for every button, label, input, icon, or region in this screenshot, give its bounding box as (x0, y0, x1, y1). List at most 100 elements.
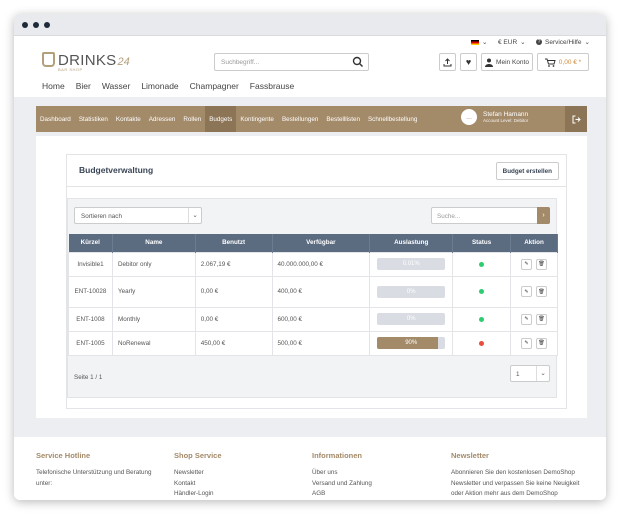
table-search-input[interactable]: Suche... › (431, 207, 550, 224)
cell-available: 600,00 € (271, 306, 371, 332)
window-dot-close[interactable] (22, 21, 28, 28)
status-indicator (479, 340, 485, 346)
table-row[interactable]: ENT-1008 Monthly 0,00 € 600,00 € 0% ✎ 🗑 (68, 306, 558, 332)
cell-used: 450,00 € (194, 330, 273, 356)
account-nav-bestellungen[interactable]: Bestellungen (278, 106, 322, 132)
pencil-icon: ✎ (524, 288, 529, 295)
delete-button[interactable]: 🗑 (536, 258, 547, 270)
table-row[interactable]: ENT-1005 NoRenewal 450,00 € 500,00 € 90%… (68, 330, 558, 356)
account-nav-kontingente[interactable]: Kontingente (236, 106, 278, 132)
delete-button[interactable]: 🗑 (536, 313, 547, 325)
footer-column-newsletter: Newsletter Abonnieren Sie den kostenlose… (451, 451, 601, 500)
chevron-right-icon: › (542, 212, 545, 219)
window-dot-maximize[interactable] (44, 21, 50, 28)
cell-status (452, 330, 511, 356)
sort-select[interactable]: Sortieren nach ⌄ (74, 207, 202, 224)
account-nav-statistiken[interactable]: Statistiken (75, 106, 112, 132)
cell-code: ENT-1005 (68, 330, 113, 356)
usage-label: 0.01% (402, 261, 420, 267)
edit-button[interactable]: ✎ (521, 258, 532, 270)
column-header-name[interactable]: Name (112, 234, 196, 252)
trash-icon: 🗑 (538, 288, 545, 295)
footer-link-agb[interactable]: AGB (312, 489, 442, 500)
language-switcher[interactable]: ⌄ (471, 38, 487, 46)
cell-name: Yearly (111, 275, 196, 308)
delete-button[interactable]: 🗑 (536, 337, 547, 349)
shop-logo[interactable]: DRINKS 24 BAR SHOP (42, 52, 130, 72)
nav-item-fassbrause[interactable]: Fassbrause (250, 81, 294, 91)
footer-text: Telefonische Unterstützung und Beratung (36, 469, 152, 476)
account-nav-bestelllisten[interactable]: Bestelllisten (322, 106, 364, 132)
page-select-value: 1 (516, 371, 520, 378)
cell-actions: ✎ 🗑 (510, 330, 558, 356)
footer-link-haendler-login[interactable]: Händler-Login (174, 489, 304, 500)
footer-link-ueber-uns[interactable]: Über uns (312, 468, 442, 479)
top-bar: ⌄ € EUR ⌄ ? Service/Hilfe ⌄ (14, 36, 606, 50)
footer-text: oder Aktion mehr aus dem DemoShop (451, 490, 558, 497)
window-dot-minimize[interactable] (33, 21, 39, 28)
search-icon[interactable] (352, 56, 364, 68)
cell-name: Debitor only (111, 251, 196, 277)
nav-item-champagner[interactable]: Champagner (190, 81, 239, 91)
column-header-benutzt[interactable]: Benutzt (195, 234, 273, 252)
edit-button[interactable]: ✎ (521, 337, 532, 349)
account-nav-kontakte[interactable]: Kontakte (112, 106, 145, 132)
account-nav-rollen[interactable]: Rollen (179, 106, 205, 132)
nav-item-wasser[interactable]: Wasser (102, 81, 131, 91)
logo-subtitle: BAR SHOP (58, 67, 83, 72)
user-role: Account Level: Debitor (483, 117, 529, 123)
account-nav-dashboard[interactable]: Dashboard (36, 106, 75, 132)
cell-used: 2.067,19 € (194, 251, 273, 277)
usage-label: 90% (405, 340, 418, 346)
footer-link-newsletter[interactable]: Newsletter (174, 468, 304, 479)
heart-icon: ♥ (465, 57, 472, 67)
column-header-auslastung[interactable]: Auslastung (369, 234, 454, 252)
table-row[interactable]: Invisible1 Debitor only 2.067,19 € 40.00… (68, 251, 558, 277)
column-header-kuerzel[interactable]: Kürzel (68, 234, 113, 252)
account-nav-budgets[interactable]: Budgets (205, 106, 237, 132)
cell-name: NoRenewal (111, 330, 196, 356)
page-select[interactable]: 1 ⌄ (510, 365, 550, 382)
edit-button[interactable]: ✎ (521, 313, 532, 325)
trash-icon: 🗑 (538, 340, 545, 346)
nav-item-home[interactable]: Home (42, 81, 65, 91)
wishlist-button[interactable]: ♥ (460, 53, 477, 71)
delete-button[interactable]: 🗑 (536, 286, 547, 297)
column-header-status[interactable]: Status (452, 234, 511, 252)
column-header-verfuegbar[interactable]: Verfügbar (272, 234, 371, 252)
footer-text: Abonnieren Sie den kostenlosen DemoShop (451, 469, 575, 476)
footer-title: Shop Service (174, 451, 222, 460)
account-nav-schnellbestellung[interactable]: Schnellbestellung (364, 106, 421, 132)
logout-button[interactable] (565, 106, 587, 132)
footer-link-versand[interactable]: Versand und Zahlung (312, 479, 442, 490)
pagination-info: Seite 1 / 1 (74, 374, 103, 381)
cart-total: 0,00 € * (558, 58, 582, 66)
service-menu[interactable]: ? Service/Hilfe ⌄ (536, 38, 590, 46)
nav-item-limonade[interactable]: Limonade (141, 81, 178, 91)
cart-button[interactable]: 0,00 € * (537, 53, 589, 71)
column-header-aktion: Aktion (510, 234, 558, 252)
pencil-icon: ✎ (524, 316, 529, 322)
service-label: Service/Hilfe (545, 38, 582, 46)
upload-button[interactable] (439, 53, 456, 71)
trash-icon: 🗑 (538, 261, 545, 267)
cell-used: 0,00 € (194, 306, 273, 332)
search-submit-button[interactable]: › (537, 207, 550, 224)
create-budget-button[interactable]: Budget erstellen (495, 162, 559, 180)
account-nav-bar: Dashboard Statistiken Kontakte Adressen … (36, 106, 587, 132)
cell-status (452, 306, 511, 332)
account-nav-adressen[interactable]: Adressen (145, 106, 180, 132)
currency-switcher[interactable]: € EUR ⌄ (498, 38, 526, 47)
search-input[interactable]: Suchbegriff... (214, 53, 369, 71)
footer-link-kontakt[interactable]: Kontakt (174, 479, 304, 490)
account-button[interactable]: Mein Konto (481, 53, 533, 71)
cell-name: Monthly (111, 306, 196, 332)
edit-button[interactable]: ✎ (521, 286, 532, 297)
divider (67, 186, 566, 187)
table-row[interactable]: ENT-10028 Yearly 0,00 € 400,00 € 0% ✎ 🗑 (68, 275, 558, 308)
table-search-placeholder: Suche... (437, 213, 461, 220)
footer: Service Hotline Telefonische Unterstützu… (14, 437, 606, 500)
nav-item-bier[interactable]: Bier (76, 81, 91, 91)
user-info[interactable]: ... Stefan Hamann Account Level: Debitor (461, 109, 528, 125)
cell-usage: 0% (369, 306, 454, 332)
